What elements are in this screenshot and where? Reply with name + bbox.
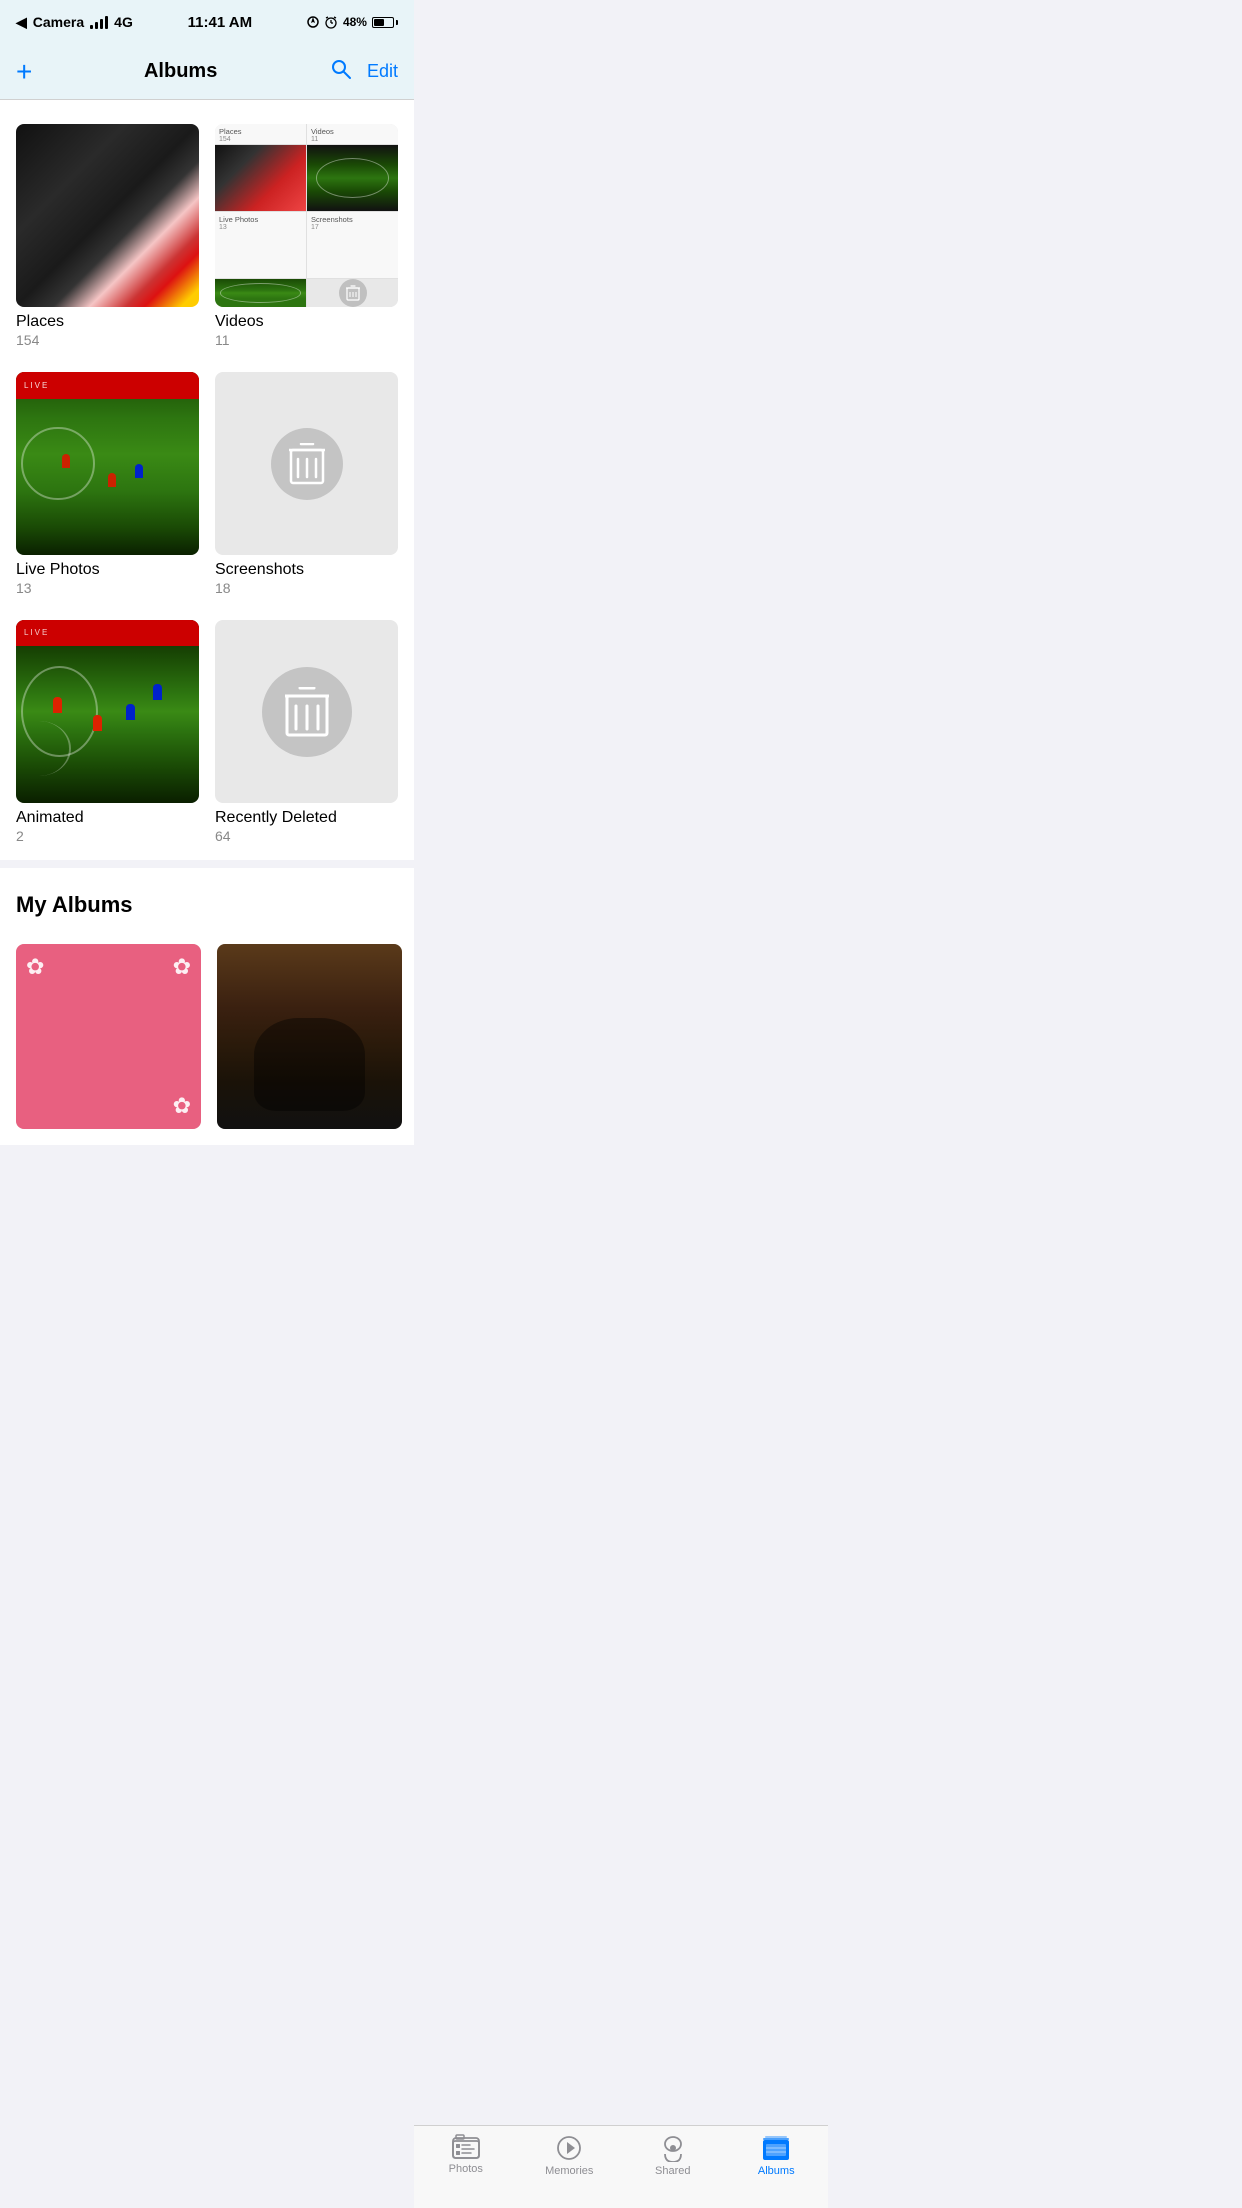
battery-indicator bbox=[372, 17, 398, 28]
status-time: 11:41 AM bbox=[188, 14, 252, 31]
signal-bars bbox=[90, 16, 108, 29]
my-album-thumbnail-2[interactable] bbox=[217, 944, 402, 1129]
album-count-animated: 2 bbox=[16, 828, 199, 844]
main-content: Places 154 Places 154 Videos 11 bbox=[0, 100, 414, 1235]
page-title: Albums bbox=[144, 60, 217, 83]
album-count-live-photos: 13 bbox=[16, 580, 199, 596]
edit-button[interactable]: Edit bbox=[367, 61, 398, 82]
album-thumbnail-animated[interactable]: LIVE bbox=[16, 620, 199, 803]
album-cell-places[interactable]: Places 154 bbox=[16, 116, 207, 364]
album-name-live-photos: Live Photos bbox=[16, 561, 199, 579]
album-cell-screenshots[interactable]: Screenshots 18 bbox=[207, 364, 398, 612]
nav-right-actions: Edit bbox=[329, 57, 398, 87]
album-thumbnail-live-photos[interactable]: LIVE bbox=[16, 372, 199, 555]
album-thumbnail-places[interactable] bbox=[16, 124, 199, 307]
album-name-screenshots: Screenshots bbox=[215, 561, 398, 579]
album-thumbnail-recently-deleted[interactable] bbox=[215, 620, 398, 803]
album-cell-live-photos[interactable]: LIVE Live Photos 13 bbox=[16, 364, 207, 612]
album-cell-animated[interactable]: LIVE Animated 2 bbox=[16, 612, 207, 860]
battery-percent: 48% bbox=[343, 15, 367, 29]
carrier-name: Camera bbox=[33, 14, 84, 30]
my-album-cell-2[interactable] bbox=[209, 936, 402, 1145]
media-types-grid: Places 154 Places 154 Videos 11 bbox=[0, 100, 414, 860]
network-type: 4G bbox=[114, 14, 133, 30]
album-count-screenshots: 18 bbox=[215, 580, 398, 596]
album-name-places: Places bbox=[16, 313, 199, 331]
my-albums-title: My Albums bbox=[16, 892, 133, 917]
album-count-videos: 11 bbox=[215, 332, 398, 348]
app-container: ◀ Camera 4G 11:41 AM 48% bbox=[0, 0, 414, 1235]
album-name-videos: Videos bbox=[215, 313, 398, 331]
album-thumbnail-screenshots[interactable] bbox=[215, 372, 398, 555]
album-count-places: 154 bbox=[16, 332, 199, 348]
album-name-animated: Animated bbox=[16, 809, 199, 827]
status-left: ◀ Camera 4G bbox=[16, 14, 133, 31]
my-albums-grid: ✿ ✿ ✿ bbox=[0, 928, 414, 1145]
album-cell-recently-deleted[interactable]: Recently Deleted 64 bbox=[207, 612, 398, 860]
nav-bar: + Albums Edit bbox=[0, 44, 414, 100]
status-right: 48% bbox=[307, 15, 398, 29]
location-icon bbox=[307, 16, 319, 28]
album-name-recently-deleted: Recently Deleted bbox=[215, 809, 398, 827]
carrier-icon: ◀ bbox=[16, 14, 27, 31]
search-button[interactable] bbox=[329, 57, 353, 87]
add-button[interactable]: + bbox=[16, 58, 32, 86]
my-album-cell-1[interactable]: ✿ ✿ ✿ bbox=[16, 936, 209, 1145]
album-count-recently-deleted: 64 bbox=[215, 828, 398, 844]
alarm-icon bbox=[324, 15, 338, 29]
status-bar: ◀ Camera 4G 11:41 AM 48% bbox=[0, 0, 414, 44]
my-albums-section-header: My Albums bbox=[0, 860, 414, 928]
my-album-thumbnail-1[interactable]: ✿ ✿ ✿ bbox=[16, 944, 201, 1129]
album-cell-videos[interactable]: Places 154 Videos 11 bbox=[207, 116, 398, 364]
album-thumbnail-videos[interactable]: Places 154 Videos 11 bbox=[215, 124, 398, 307]
